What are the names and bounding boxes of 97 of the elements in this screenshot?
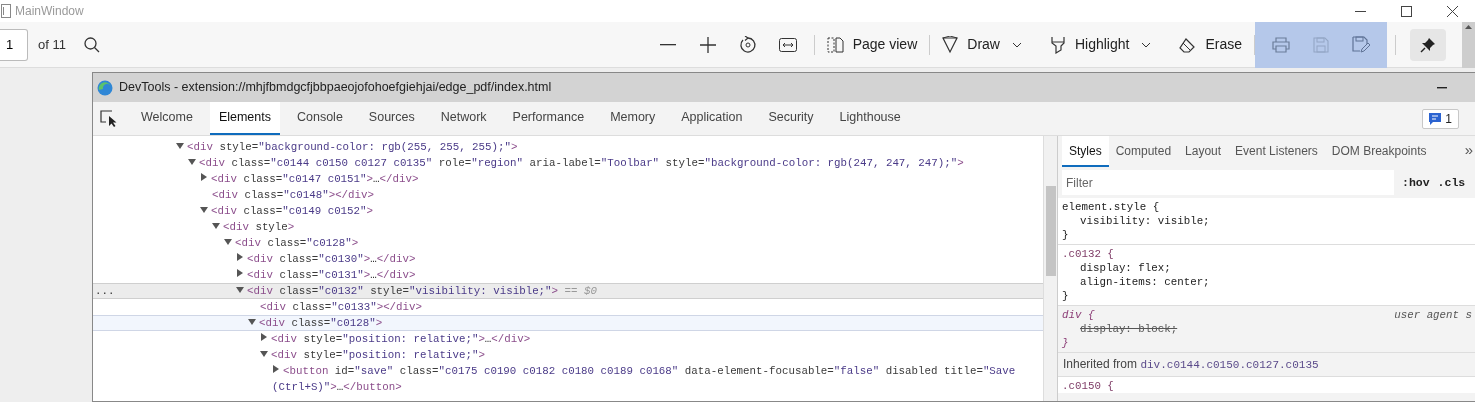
dom-tree-node[interactable]: <div class="c0131">…</div>: [93, 267, 1043, 283]
dom-tree-node[interactable]: <div class="c0128">: [93, 235, 1043, 251]
css-declaration: display: flex;: [1080, 262, 1171, 274]
closing-brace: }: [1062, 229, 1069, 241]
dom-tree-node[interactable]: ... <div class="c0132" style="visibility: visible;"> == $0: [93, 283, 1043, 299]
cls-toggle[interactable]: .cls: [1437, 173, 1466, 192]
dom-tree-node[interactable]: <button id="save" class="c0175 c0190 c0182 c0180 c0189 c0168" data-element-focusable="false" disabled title="Save (Ctrl+S)">…</button>: [93, 363, 1043, 395]
inspect-icon[interactable]: [100, 110, 118, 127]
rule-selector: .c0132 {: [1062, 248, 1114, 260]
issues-button[interactable]: 1: [1422, 109, 1459, 129]
highlight-button[interactable]: Highlight: [1045, 28, 1134, 61]
scroll-up-icon[interactable]: [1465, 24, 1472, 29]
inherited-link[interactable]: div.c0144.c0150.c0127.c0135: [1140, 359, 1319, 371]
scrollbar[interactable]: [1462, 21, 1475, 68]
rule-selector: element.style {: [1062, 201, 1160, 213]
caret-icon: [1141, 41, 1152, 48]
dom-tree-node[interactable]: <div style="background-color: rgb(255, 255, 255);">: [93, 139, 1043, 155]
dom-tree-node[interactable]: <div style>: [93, 219, 1043, 235]
pin-button[interactable]: [1410, 28, 1446, 61]
collapse-arrow-icon[interactable]: [224, 239, 232, 245]
draw-button[interactable]: Draw: [938, 28, 1004, 61]
caret-icon: [1011, 41, 1022, 48]
devtools-tab[interactable]: Network: [431, 102, 496, 135]
dom-tree-node[interactable]: <div class="c0148"></div>: [93, 187, 1043, 203]
expand-arrow-icon[interactable]: [237, 269, 243, 277]
devtools-tab[interactable]: Console: [288, 102, 352, 135]
browser-logo-icon: [97, 79, 113, 96]
rule-origin: user agent s: [1394, 308, 1472, 322]
devtools-tab[interactable]: Welcome: [132, 102, 202, 135]
maximize-icon[interactable]: [1400, 5, 1412, 17]
closing-brace: }: [1062, 337, 1069, 349]
css-declaration: align-items: center;: [1080, 276, 1210, 288]
devtools-tab[interactable]: Lighthouse: [830, 102, 910, 135]
expand-arrow-icon[interactable]: [273, 365, 279, 373]
collapse-arrow-icon[interactable]: [212, 223, 220, 229]
inherited-label: Inherited from: [1063, 357, 1139, 371]
styles-tab[interactable]: Event Listeners: [1228, 136, 1325, 167]
document-icon: [1, 4, 11, 18]
dom-tree-node[interactable]: <div class="c0147 c0151">…</div>: [93, 171, 1043, 187]
styles-tab[interactable]: Styles: [1062, 136, 1109, 167]
dom-tree-node[interactable]: <div class="c0149 c0152">: [93, 203, 1043, 219]
devtools-tab[interactable]: Elements: [209, 102, 280, 135]
styles-tab[interactable]: Layout: [1178, 136, 1229, 167]
page-count: of 11: [38, 35, 66, 54]
dom-tree-node[interactable]: <div class="c0130">…</div>: [93, 251, 1043, 267]
plus-icon: [699, 36, 716, 53]
collapse-arrow-icon[interactable]: [260, 351, 268, 357]
close-icon[interactable]: [1446, 5, 1458, 17]
expand-arrow-icon[interactable]: [201, 173, 207, 181]
css-declaration: visibility: visible;: [1080, 215, 1210, 227]
floppy-disk-pencil-icon: [1352, 36, 1370, 53]
devtools-tab[interactable]: Security: [759, 102, 823, 135]
expand-arrow-icon[interactable]: [237, 253, 243, 261]
more-options[interactable]: ...: [95, 283, 115, 299]
dom-tree-node[interactable]: <div style="position: relative;">…</div>: [93, 331, 1043, 347]
rotate-icon: [738, 35, 757, 54]
window-title: MainWindow: [15, 3, 84, 20]
message-icon: [1429, 113, 1442, 125]
page-number-field[interactable]: 1: [0, 28, 28, 61]
expand-arrow-icon[interactable]: [261, 333, 267, 341]
highlighter-icon: [1049, 35, 1066, 54]
dom-tree-node[interactable]: <div style="position: relative;">: [93, 347, 1043, 363]
styles-tab[interactable]: Computed: [1108, 136, 1179, 167]
eraser-icon: [1179, 36, 1197, 53]
devtools-title: DevTools - extension://mhjfbmdgcfjbbpaeojofohoefgiehjai/edge_pdf/index.html: [119, 79, 552, 97]
collapse-arrow-icon[interactable]: [176, 143, 184, 149]
rule-selector: .c0150 {: [1062, 379, 1114, 392]
rule-selector: div {: [1062, 309, 1095, 321]
closing-brace: }: [1062, 290, 1069, 302]
fit-width-icon: [778, 37, 797, 52]
printer-icon: [1272, 36, 1290, 53]
devtools-tab[interactable]: Application: [672, 102, 752, 135]
minimize-icon[interactable]: [1354, 10, 1366, 12]
pen-icon: [942, 35, 959, 54]
pages-icon: [826, 36, 844, 53]
collapse-arrow-icon[interactable]: [188, 159, 196, 165]
search-icon: [83, 36, 100, 53]
collapse-arrow-icon[interactable]: [200, 207, 208, 213]
devtools-tab[interactable]: Memory: [601, 102, 665, 135]
dom-tree-node[interactable]: <div class="c0144 c0150 c0127 c0135" role="region" aria-label="Toolbar" style="background-color: rgb(247, 247, 247);">: [93, 155, 1043, 171]
dom-tree-node[interactable]: <div class="c0128">: [93, 315, 1043, 331]
more-tabs-button[interactable]: »: [1457, 136, 1475, 167]
filter-field[interactable]: Filter: [1062, 170, 1394, 195]
collapse-arrow-icon[interactable]: [236, 287, 244, 293]
erase-button[interactable]: Erase: [1175, 28, 1246, 61]
collapse-arrow-icon[interactable]: [248, 319, 256, 325]
dom-tree-node[interactable]: <div class="c0133"></div>: [93, 299, 1043, 315]
page-view-button[interactable]: Page view: [822, 28, 922, 61]
pin-icon: [1420, 36, 1436, 53]
hov-toggle[interactable]: :hov: [1402, 173, 1430, 192]
css-declaration: display: block;: [1080, 323, 1178, 335]
minimize-button[interactable]: [1437, 86, 1447, 89]
devtools-tab[interactable]: Performance: [503, 102, 594, 135]
scrollbar[interactable]: [1043, 136, 1057, 401]
styles-tab[interactable]: DOM Breakpoints: [1324, 136, 1434, 167]
devtools-tab[interactable]: Sources: [359, 102, 424, 135]
minus-icon: [659, 43, 676, 46]
